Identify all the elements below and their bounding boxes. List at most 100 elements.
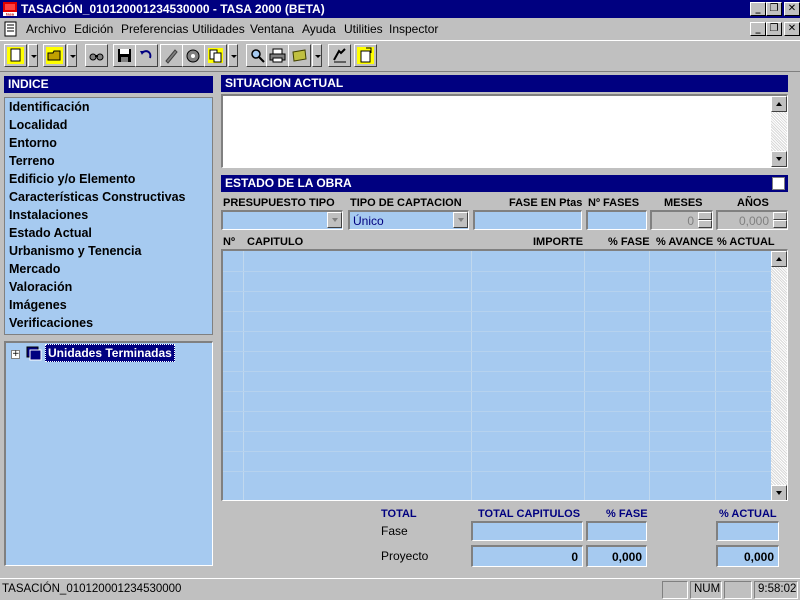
status-bar: TASACIÓN_010120001234530000 NUM 9:58:02 xyxy=(0,578,800,600)
fase-ptas-field[interactable] xyxy=(473,210,582,230)
meses-spinner[interactable]: 0 xyxy=(650,210,713,230)
grid-scrollbar[interactable] xyxy=(771,251,787,500)
exit-door-icon xyxy=(357,47,374,64)
meses-spin-buttons[interactable] xyxy=(698,212,712,229)
minimize-button[interactable]: _ xyxy=(750,2,766,16)
presupuesto-label: PRESUPUESTO TIPO xyxy=(223,197,335,209)
menu-inspector[interactable]: Inspector xyxy=(389,22,438,36)
presupuesto-select[interactable] xyxy=(221,210,343,230)
doc-close-button[interactable]: ✕ xyxy=(784,22,800,36)
total-pct-actual-header: % ACTUAL xyxy=(719,508,777,520)
doc-restore-button[interactable]: ❐ xyxy=(766,22,782,36)
estado-checkbox[interactable] xyxy=(772,177,785,190)
exit-button[interactable] xyxy=(354,44,377,67)
indice-item-verificaciones[interactable]: Verificaciones xyxy=(9,316,93,330)
edit-pencil-icon xyxy=(165,49,178,64)
document-icon[interactable] xyxy=(3,21,19,37)
close-button[interactable]: ✕ xyxy=(784,2,800,16)
proyecto-row-label: Proyecto xyxy=(381,549,429,563)
indice-item-terreno[interactable]: Terreno xyxy=(9,154,55,168)
scroll-down-button[interactable] xyxy=(771,151,787,167)
meses-label: MESES xyxy=(664,197,703,209)
stack-icon xyxy=(26,346,42,361)
new-document-button[interactable] xyxy=(4,44,27,67)
situacion-header: SITUACION ACTUAL xyxy=(221,75,788,92)
indice-item-entorno[interactable]: Entorno xyxy=(9,136,57,150)
indice-item-identificacion[interactable]: Identificación xyxy=(9,100,90,114)
indice-item-imagenes[interactable]: Imágenes xyxy=(9,298,67,312)
grid-scroll-down-button[interactable] xyxy=(771,485,787,500)
anos-label: AÑOS xyxy=(737,197,769,209)
save-button[interactable] xyxy=(113,44,136,67)
captacion-select[interactable]: Único xyxy=(348,210,469,230)
indice-item-caracteristicas[interactable]: Características Constructivas xyxy=(9,190,185,204)
estado-header: ESTADO DE LA OBRA xyxy=(221,175,788,192)
anos-spin-buttons[interactable] xyxy=(773,212,787,229)
indice-item-edificio[interactable]: Edificio y/o Elemento xyxy=(9,172,135,186)
indice-item-instalaciones[interactable]: Instalaciones xyxy=(9,208,88,222)
indice-item-mercado[interactable]: Mercado xyxy=(9,262,60,276)
copy-paste-dropdown[interactable] xyxy=(228,44,238,67)
open-folder-button[interactable] xyxy=(43,44,66,67)
restore-button[interactable]: ❐ xyxy=(766,2,782,16)
presupuesto-dropdown-button[interactable] xyxy=(327,212,342,228)
help-button[interactable] xyxy=(328,44,351,67)
undo-icon xyxy=(140,50,152,59)
doc-minimize-button[interactable]: _ xyxy=(750,22,766,36)
indice-item-localidad[interactable]: Localidad xyxy=(9,118,67,132)
tree-expander[interactable]: + xyxy=(11,350,20,359)
status-cell-time: 9:58:02 xyxy=(754,581,798,599)
nfases-field[interactable] xyxy=(586,210,647,230)
help-pointer-icon xyxy=(333,48,346,63)
open-folder-icon xyxy=(46,47,63,64)
capitulos-grid[interactable] xyxy=(221,249,788,501)
menu-edicion[interactable]: Edición xyxy=(74,22,113,36)
indice-list: Identificación Localidad Entorno Terreno… xyxy=(4,97,213,335)
col-importe: IMPORTE xyxy=(533,236,584,248)
tasa-logo-icon[interactable]: tasa xyxy=(2,1,18,17)
tree-node-unidades[interactable]: Unidades Terminadas xyxy=(45,344,175,362)
estado-title: ESTADO DE LA OBRA xyxy=(225,176,352,190)
menu-archivo[interactable]: Archivo xyxy=(26,22,66,36)
notes-dropdown[interactable] xyxy=(312,44,322,67)
proyecto-total-actual: 0,000 xyxy=(716,545,779,567)
indice-item-estado-actual[interactable]: Estado Actual xyxy=(9,226,92,240)
status-cell-num: NUM xyxy=(690,581,722,599)
situacion-scrollbar[interactable] xyxy=(771,96,787,167)
total-capitulos-header: TOTAL CAPITULOS xyxy=(478,508,581,520)
calculator-button[interactable] xyxy=(182,44,205,67)
fase-row-label: Fase xyxy=(381,524,408,538)
menu-ayuda[interactable]: Ayuda xyxy=(302,22,336,36)
menu-utilities[interactable]: Utilities xyxy=(344,22,383,36)
indice-item-urbanismo[interactable]: Urbanismo y Tenencia xyxy=(9,244,141,258)
meses-value: 0 xyxy=(687,214,694,228)
proyecto-total-actual-value: 0,000 xyxy=(743,550,774,564)
anos-spinner[interactable]: 0,000 xyxy=(716,210,788,230)
new-document-dropdown[interactable] xyxy=(28,44,38,67)
notes-button[interactable] xyxy=(288,44,311,67)
total-header: TOTAL xyxy=(381,508,417,520)
calculator-icon xyxy=(186,49,200,63)
proyecto-total-capitulos-value: 0 xyxy=(571,550,578,564)
menu-preferencias[interactable]: Preferencias xyxy=(121,22,188,36)
col-pct-actual: % ACTUAL xyxy=(717,236,775,248)
new-document-icon xyxy=(7,47,24,64)
edit-button[interactable] xyxy=(160,44,183,67)
menu-utilidades[interactable]: Utilidades xyxy=(192,22,245,36)
scroll-up-button[interactable] xyxy=(771,96,787,112)
captacion-dropdown-button[interactable] xyxy=(453,212,468,228)
menu-ventana[interactable]: Ventana xyxy=(250,22,294,36)
captacion-value: Único xyxy=(353,214,384,228)
proyecto-total-capitulos: 0 xyxy=(471,545,583,567)
app-icon-caption: tasa xyxy=(6,12,15,17)
proyecto-total-pct-value: 0,000 xyxy=(611,550,642,564)
undo-button[interactable] xyxy=(135,44,158,67)
grid-scroll-up-button[interactable] xyxy=(771,251,787,267)
indice-item-valoracion[interactable]: Valoración xyxy=(9,280,72,294)
open-folder-dropdown[interactable] xyxy=(67,44,77,67)
find-button[interactable] xyxy=(85,44,108,67)
copy-paste-button[interactable] xyxy=(204,44,227,67)
situacion-textarea[interactable] xyxy=(221,94,788,168)
notes-icon xyxy=(292,49,307,62)
print-button[interactable] xyxy=(266,44,289,67)
